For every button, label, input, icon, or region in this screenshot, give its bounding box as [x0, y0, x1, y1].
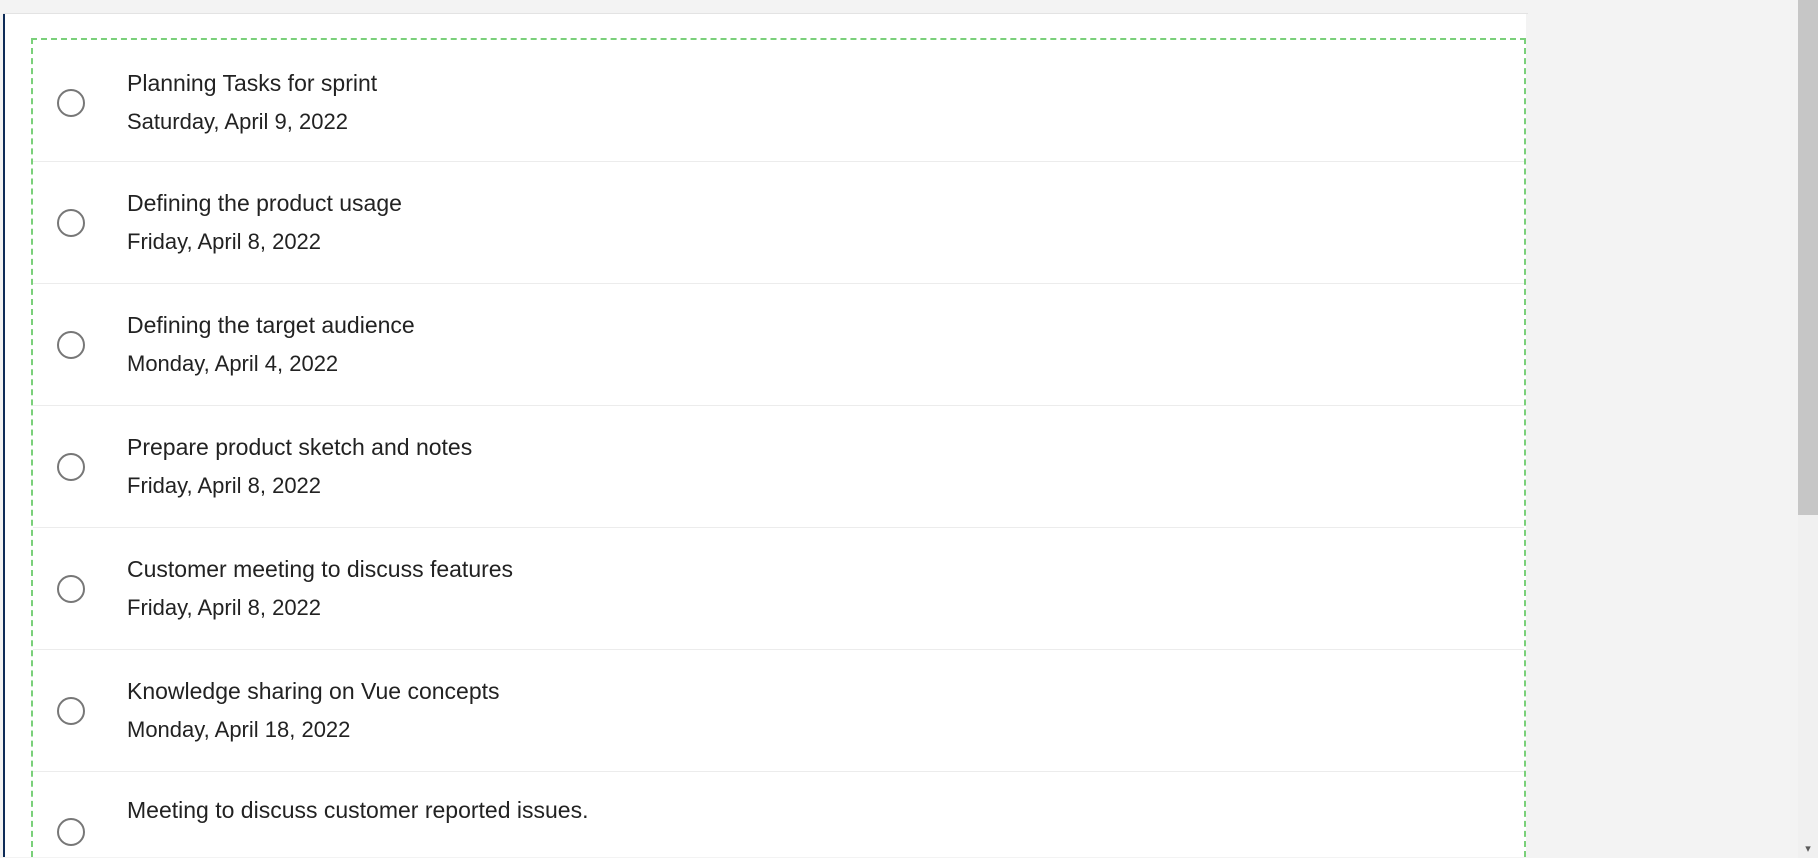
task-title: Prepare product sketch and notes — [127, 434, 472, 462]
scrollbar-thumb[interactable] — [1798, 0, 1818, 515]
task-row[interactable]: Customer meeting to discuss features Fri… — [33, 528, 1524, 650]
task-title: Knowledge sharing on Vue concepts — [127, 678, 500, 706]
task-title: Defining the target audience — [127, 312, 415, 340]
task-date: Monday, April 4, 2022 — [127, 351, 415, 377]
page-panel: Planning Tasks for sprint Saturday, Apri… — [3, 14, 1526, 857]
task-date: Friday, April 8, 2022 — [127, 473, 472, 499]
task-radio[interactable] — [57, 209, 85, 237]
viewport: ▾ Planning Tasks for sprint Saturday, Ap… — [0, 0, 1818, 858]
task-text: Planning Tasks for sprint Saturday, Apri… — [127, 70, 377, 136]
task-date: Monday, April 18, 2022 — [127, 717, 500, 743]
task-text: Knowledge sharing on Vue concepts Monday… — [127, 678, 500, 744]
task-title: Planning Tasks for sprint — [127, 70, 377, 98]
scrollbar-track[interactable]: ▾ — [1798, 0, 1818, 858]
task-date: Friday, April 8, 2022 — [127, 595, 513, 621]
task-title: Defining the product usage — [127, 190, 402, 218]
task-radio[interactable] — [57, 89, 85, 117]
task-radio[interactable] — [57, 818, 85, 846]
task-row[interactable]: Knowledge sharing on Vue concepts Monday… — [33, 650, 1524, 772]
task-text: Prepare product sketch and notes Friday,… — [127, 434, 472, 500]
task-title: Customer meeting to discuss features — [127, 556, 513, 584]
task-row[interactable]: Prepare product sketch and notes Friday,… — [33, 406, 1524, 528]
task-radio[interactable] — [57, 575, 85, 603]
task-row[interactable]: Planning Tasks for sprint Saturday, Apri… — [33, 52, 1524, 162]
task-row[interactable]: Defining the target audience Monday, Apr… — [33, 284, 1524, 406]
task-text: Meeting to discuss customer reported iss… — [127, 797, 588, 825]
task-radio[interactable] — [57, 453, 85, 481]
task-date: Saturday, April 9, 2022 — [127, 109, 377, 135]
task-radio[interactable] — [57, 697, 85, 725]
task-list: Planning Tasks for sprint Saturday, Apri… — [33, 52, 1524, 832]
task-row[interactable]: Defining the product usage Friday, April… — [33, 162, 1524, 284]
right-gutter: ▾ — [1528, 0, 1818, 858]
task-text: Customer meeting to discuss features Fri… — [127, 556, 513, 622]
task-dropzone[interactable]: Planning Tasks for sprint Saturday, Apri… — [31, 38, 1526, 857]
task-radio[interactable] — [57, 331, 85, 359]
task-text: Defining the target audience Monday, Apr… — [127, 312, 415, 378]
task-date: Friday, April 8, 2022 — [127, 229, 402, 255]
task-text: Defining the product usage Friday, April… — [127, 190, 402, 256]
chevron-down-icon: ▾ — [1805, 842, 1811, 855]
task-title: Meeting to discuss customer reported iss… — [127, 797, 588, 825]
scrollbar-down-button[interactable]: ▾ — [1798, 838, 1818, 858]
task-row[interactable]: Meeting to discuss customer reported iss… — [33, 772, 1524, 832]
